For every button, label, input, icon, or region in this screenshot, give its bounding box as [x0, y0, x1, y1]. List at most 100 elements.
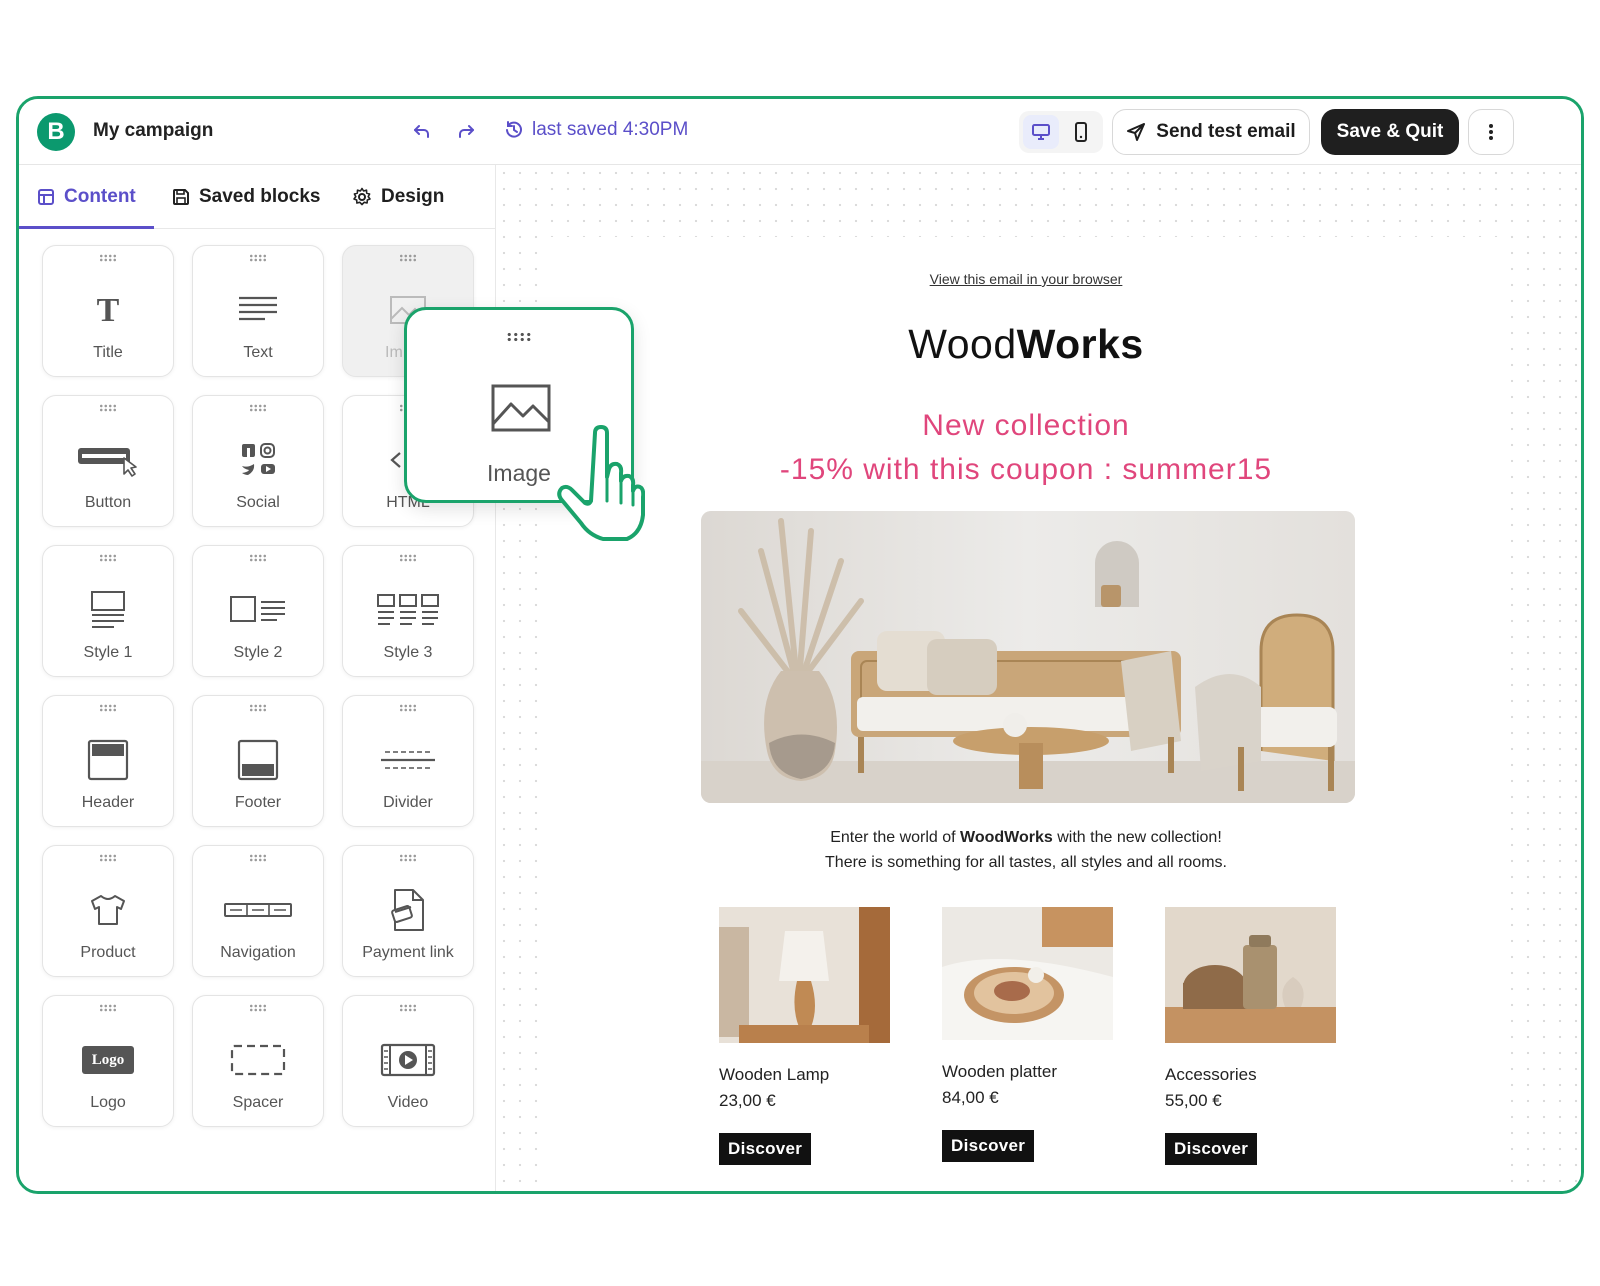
block-label: Style 1: [83, 644, 133, 661]
product-price: 55,00 €: [1165, 1091, 1222, 1110]
block-social[interactable]: Social: [192, 395, 324, 527]
brand-logo[interactable]: B: [37, 113, 75, 151]
discover-button[interactable]: Discover: [1165, 1133, 1258, 1165]
email-brand-logo[interactable]: WoodWorks: [541, 321, 1511, 368]
block-title[interactable]: T Title: [42, 245, 174, 377]
history-clock-icon: [506, 121, 522, 138]
block-label: Product: [80, 944, 136, 961]
block-label: Title: [93, 344, 123, 361]
more-options-button[interactable]: [1468, 109, 1514, 155]
block-header[interactable]: Header: [42, 695, 174, 827]
block-video[interactable]: Video: [342, 995, 474, 1127]
logo-icon: Logo: [82, 1046, 134, 1074]
drag-handle-icon[interactable]: [249, 1004, 267, 1012]
spacer-icon: [230, 1044, 286, 1076]
tab-content-label: Content: [64, 186, 136, 207]
drag-handle-icon[interactable]: [99, 1004, 117, 1012]
drag-handle-icon[interactable]: [249, 554, 267, 562]
drag-handle-icon[interactable]: [99, 404, 117, 412]
product-name: Wooden Lamp: [719, 1065, 830, 1084]
drag-handle-icon[interactable]: [399, 554, 417, 562]
layout-icon: [38, 189, 54, 205]
block-logo[interactable]: Logo Logo: [42, 995, 174, 1127]
block-style-2[interactable]: Style 2: [192, 545, 324, 677]
block-style-3[interactable]: Style 3: [342, 545, 474, 677]
undo-button[interactable]: [407, 117, 437, 147]
drag-handle-icon: [506, 332, 532, 342]
block-divider[interactable]: Divider: [342, 695, 474, 827]
product-image[interactable]: [1165, 907, 1336, 1043]
tab-design[interactable]: Design: [352, 165, 444, 229]
tab-saved-blocks[interactable]: Saved blocks: [172, 165, 320, 229]
drag-handle-icon[interactable]: [399, 704, 417, 712]
block-label: Spacer: [232, 1094, 284, 1111]
divider-icon: [381, 751, 435, 769]
app-frame: B My campaign last saved 4:30PM Send tes…: [16, 96, 1584, 1194]
drag-handle-icon[interactable]: [399, 1004, 417, 1012]
living-room-illustration: [701, 511, 1355, 803]
drag-handle-icon[interactable]: [249, 254, 267, 262]
redo-icon: [459, 125, 474, 138]
block-text[interactable]: Text: [192, 245, 324, 377]
send-icon: [1127, 123, 1146, 141]
saved-status-text: last saved 4:30PM: [532, 119, 689, 140]
block-label: Navigation: [220, 944, 296, 961]
product-name: Accessories: [1165, 1065, 1257, 1084]
email-canvas[interactable]: View this email in your browser WoodWork…: [496, 165, 1581, 1191]
hero-image[interactable]: [701, 511, 1355, 803]
block-style-1[interactable]: Style 1: [42, 545, 174, 677]
block-label: Payment link: [362, 944, 454, 961]
discover-button[interactable]: Discover: [942, 1130, 1035, 1162]
style2-icon: [230, 596, 285, 622]
drag-handle-icon[interactable]: [99, 854, 117, 862]
drag-handle-icon[interactable]: [99, 554, 117, 562]
block-navigation[interactable]: Navigation: [192, 845, 324, 977]
drag-handle-icon[interactable]: [249, 704, 267, 712]
view-in-browser-link[interactable]: View this email in your browser: [541, 271, 1511, 287]
block-product[interactable]: Product: [42, 845, 174, 977]
block-spacer[interactable]: Spacer: [192, 995, 324, 1127]
drag-handle-icon[interactable]: [99, 704, 117, 712]
promo-coupon[interactable]: -15% with this coupon : summer15: [541, 453, 1511, 487]
drag-handle-icon[interactable]: [249, 854, 267, 862]
block-label: Social: [236, 494, 280, 511]
tab-content[interactable]: Content: [37, 165, 136, 229]
block-button[interactable]: Button: [42, 395, 174, 527]
brand-bold-text: Works: [1016, 321, 1144, 367]
mobile-view-button[interactable]: [1063, 115, 1099, 149]
promo-headline[interactable]: New collection: [541, 409, 1511, 443]
wooden-platter-illustration: [942, 907, 1113, 1040]
product-image[interactable]: [719, 907, 890, 1043]
tab-design-label: Design: [381, 186, 445, 207]
save-icon: [173, 189, 189, 205]
device-toggle: [1019, 111, 1103, 153]
block-payment-link[interactable]: Payment link: [342, 845, 474, 977]
block-label: Logo: [90, 1094, 126, 1111]
drag-handle-icon[interactable]: [399, 254, 417, 262]
hand-pointer-icon: [557, 425, 645, 541]
drag-handle-icon[interactable]: [99, 254, 117, 262]
product-image[interactable]: [942, 907, 1113, 1040]
discover-button[interactable]: Discover: [719, 1133, 812, 1165]
footer-icon: [237, 739, 279, 781]
save-quit-button[interactable]: Save & Quit: [1321, 109, 1459, 155]
block-footer[interactable]: Footer: [192, 695, 324, 827]
block-label: Footer: [234, 794, 282, 811]
payment-icon: [391, 889, 424, 931]
navigation-icon: [224, 903, 292, 917]
redo-button[interactable]: [451, 117, 481, 147]
undo-icon: [414, 125, 429, 138]
block-label: Video: [387, 1094, 429, 1111]
wooden-lamp-illustration: [719, 907, 890, 1043]
product-name: Wooden platter: [942, 1062, 1057, 1081]
block-label: Divider: [383, 794, 433, 811]
button-icon: [78, 448, 137, 477]
campaign-name[interactable]: My campaign: [93, 120, 213, 142]
send-test-email-button[interactable]: Send test email: [1112, 109, 1310, 155]
email-body-text[interactable]: Enter the world of WoodWorks with the ne…: [541, 825, 1511, 875]
panel-tabs: Content Saved blocks Design: [19, 165, 496, 229]
drag-handle-icon[interactable]: [399, 854, 417, 862]
drag-handle-icon[interactable]: [249, 404, 267, 412]
desktop-view-button[interactable]: [1023, 115, 1059, 149]
video-icon: [380, 1043, 436, 1077]
